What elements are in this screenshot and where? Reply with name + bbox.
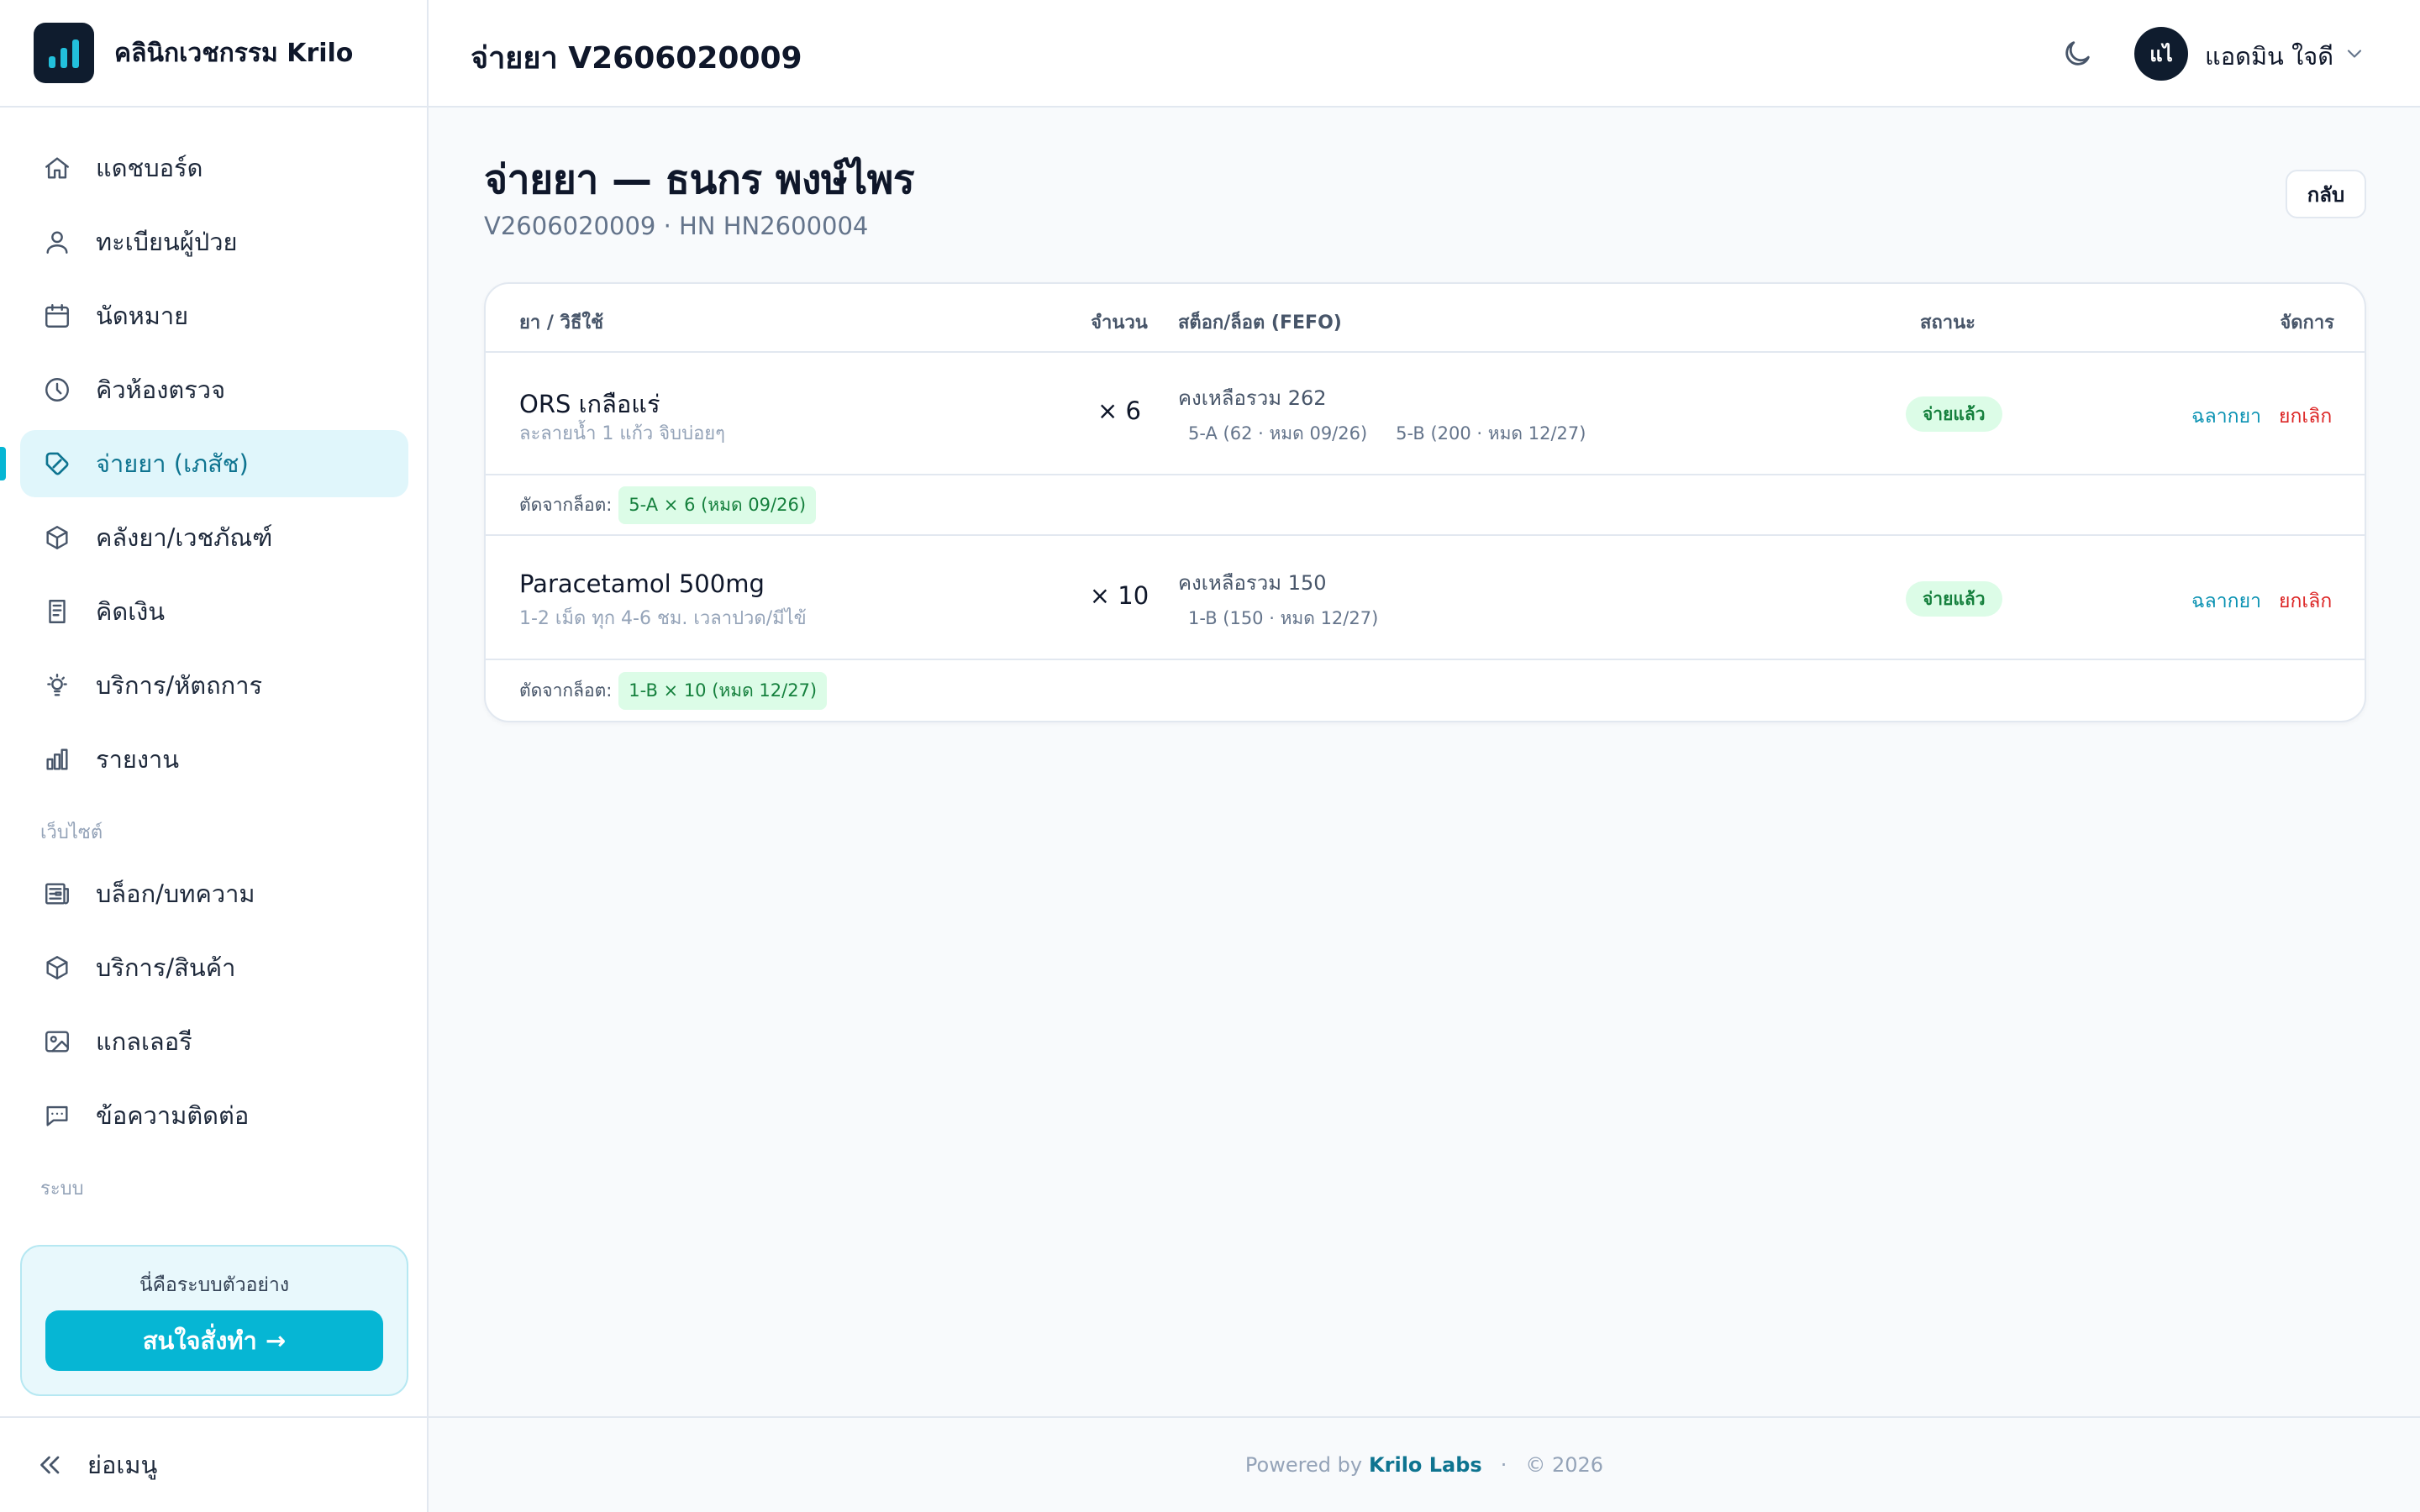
sidebar-item-patients[interactable]: ทะเบียนผู้ป่วย bbox=[20, 208, 408, 276]
krilo-labs-link[interactable]: Krilo Labs bbox=[1369, 1453, 1482, 1477]
sidebar-item-label: คลังยา/เวชภัณฑ์ bbox=[96, 523, 273, 552]
sidebar-item-services[interactable]: บริการ/หัตถการ bbox=[20, 652, 408, 719]
col-drug: ยา / วิธีใช้ bbox=[519, 312, 604, 333]
user-icon bbox=[42, 227, 72, 257]
print-label-link[interactable]: ฉลากยา bbox=[2191, 402, 2261, 432]
deducted-lot-chip: 1-B × 10 (หมด 12/27) bbox=[618, 671, 828, 710]
sidebar-item-label: ข้อความติดต่อ bbox=[96, 1101, 250, 1130]
back-button[interactable]: กลับ bbox=[2286, 170, 2366, 218]
deducted-label: ตัดจากล็อต: bbox=[519, 494, 613, 515]
col-status: สถานะ bbox=[1920, 312, 1975, 333]
copyright: © 2026 bbox=[1525, 1453, 1604, 1477]
box-icon bbox=[42, 522, 72, 553]
sidebar-item-label: แดชบอร์ด bbox=[96, 154, 203, 182]
stock-total: คงเหลือรวม 150 bbox=[1178, 571, 1327, 595]
section-website: เว็บไซต์ bbox=[40, 822, 103, 843]
receipt-icon bbox=[42, 596, 72, 627]
calendar-icon bbox=[42, 301, 72, 331]
drug-usage: 1-2 เม็ด ทุก 4-6 ชม. เวลาปวด/มีไข้ bbox=[519, 608, 807, 629]
sidebar-item-billing[interactable]: คิดเงิน bbox=[20, 578, 408, 645]
bar-chart-icon bbox=[42, 744, 72, 774]
deducted-lot-row: ตัดจากล็อต: 5-A × 6 (หมด 09/26) bbox=[486, 475, 2365, 536]
sidebar-item-label: คิวห้องตรวจ bbox=[96, 375, 226, 404]
collapse-menu-label: ย่อเมนู bbox=[87, 1451, 158, 1479]
sidebar-nav: แดชบอร์ด ทะเบียนผู้ป่วย นัดหมาย คิวห้องต… bbox=[0, 134, 408, 1216]
sidebar-item-label: รายงาน bbox=[96, 745, 180, 774]
brand[interactable]: คลินิกเวชกรรม Krilo bbox=[0, 0, 427, 108]
lot-item: 5-A (62 · หมด 09/26) bbox=[1188, 423, 1368, 444]
deducted-lot-row: ตัดจากล็อต: 1-B × 10 (หมด 12/27) bbox=[486, 660, 2365, 721]
sidebar-item-label: นัดหมาย bbox=[96, 302, 189, 330]
print-label-link[interactable]: ฉลากยา bbox=[2191, 586, 2261, 617]
sidebar-item-products[interactable]: บริการ/สินค้า bbox=[20, 934, 408, 1001]
sidebar-item-blog[interactable]: บล็อก/บทความ bbox=[20, 860, 408, 927]
footer: Powered by Krilo Labs · © 2026 bbox=[429, 1416, 2420, 1512]
sidebar-item-messages[interactable]: ข้อความติดต่อ bbox=[20, 1082, 408, 1149]
topbar: จ่ายยา V2606020009 แไ แอดมิน ใจดี bbox=[429, 0, 2420, 108]
sidebar-item-label: บล็อก/บทความ bbox=[96, 879, 255, 908]
status-badge: จ่ายแล้ว bbox=[1906, 396, 2002, 432]
chevron-down-icon[interactable] bbox=[2343, 42, 2366, 66]
user-name[interactable]: แอดมิน ใจดี bbox=[2205, 37, 2333, 76]
collapse-menu-button[interactable]: ย่อเมนู bbox=[0, 1416, 427, 1512]
powered-by-text: Powered by bbox=[1244, 1453, 1363, 1477]
lot-list: 5-A (62 · หมด 09/26) 5-B (200 · หมด 12/2… bbox=[1188, 420, 1586, 448]
lot-list: 1-B (150 · หมด 12/27) bbox=[1188, 605, 1378, 633]
pill-tag-icon bbox=[42, 449, 72, 479]
sidebar-item-appointments[interactable]: นัดหมาย bbox=[20, 282, 408, 349]
lightbulb-icon bbox=[42, 670, 72, 701]
deducted-lot-chip: 5-A × 6 (หมด 09/26) bbox=[618, 486, 817, 524]
sidebar-item-dashboard[interactable]: แดชบอร์ด bbox=[20, 134, 408, 202]
page-title: จ่ายยา — ธนกร พงษ์ไพร bbox=[484, 156, 915, 203]
clock-icon bbox=[42, 375, 72, 405]
sidebar-item-queue[interactable]: คิวห้องตรวจ bbox=[20, 356, 408, 423]
app-name: คลินิกเวชกรรม Krilo bbox=[114, 38, 354, 68]
avatar[interactable]: แไ bbox=[2134, 27, 2188, 81]
cancel-link[interactable]: ยกเลิก bbox=[2279, 586, 2332, 617]
sidebar-item-label: คิดเงิน bbox=[96, 597, 166, 626]
lot-item: 1-B (150 · หมด 12/27) bbox=[1188, 608, 1379, 628]
promo-text: นี่คือระบบตัวอย่าง bbox=[139, 1274, 290, 1296]
sidebar-item-label: จ่ายยา (เภสัช) bbox=[96, 449, 249, 478]
drug-usage: ละลายน้ำ 1 แก้ว จิบบ่อยๆ bbox=[519, 423, 725, 444]
table-header: ยา / วิธีใช้ จำนวน สต็อก/ล็อต (FEFO) สถา… bbox=[486, 284, 2365, 353]
message-icon bbox=[42, 1100, 72, 1131]
sidebar-item-label: แกลเลอรี bbox=[96, 1027, 192, 1056]
deducted-label: ตัดจากล็อต: bbox=[519, 680, 613, 701]
sidebar: คลินิกเวชกรรม Krilo แดชบอร์ด ทะเบียนผู้ป… bbox=[0, 0, 429, 1512]
footer-separator: · bbox=[1500, 1453, 1507, 1477]
sidebar-item-inventory[interactable]: คลังยา/เวชภัณฑ์ bbox=[20, 504, 408, 571]
cancel-link[interactable]: ยกเลิก bbox=[2279, 402, 2332, 432]
dispense-table: ยา / วิธีใช้ จำนวน สต็อก/ล็อต (FEFO) สถา… bbox=[484, 282, 2366, 722]
image-icon bbox=[42, 1026, 72, 1057]
sidebar-item-label: บริการ/หัตถการ bbox=[96, 671, 263, 700]
order-now-button[interactable]: สนใจสั่งทำ → bbox=[45, 1310, 383, 1371]
drug-name: Paracetamol 500mg bbox=[519, 570, 765, 598]
logo-bar-chart-icon bbox=[34, 23, 94, 83]
col-actions: จัดการ bbox=[2280, 312, 2334, 333]
sidebar-item-gallery[interactable]: แกลเลอรี bbox=[20, 1008, 408, 1075]
page-subtitle: V2606020009 · HN HN2600004 bbox=[484, 212, 869, 240]
status-badge: จ่ายแล้ว bbox=[1906, 581, 2002, 617]
newspaper-icon bbox=[42, 879, 72, 909]
moon-icon[interactable] bbox=[2060, 37, 2094, 71]
col-stock: สต็อก/ล็อต (FEFO) bbox=[1178, 312, 1342, 333]
table-row: ORS เกลือแร่ ละลายน้ำ 1 แก้ว จิบบ่อยๆ × … bbox=[486, 353, 2365, 475]
sidebar-item-reports[interactable]: รายงาน bbox=[20, 726, 408, 793]
double-chevron-left-icon bbox=[40, 1456, 60, 1474]
stock-total: คงเหลือรวม 262 bbox=[1178, 386, 1327, 410]
home-icon bbox=[42, 153, 72, 183]
header-title: จ่ายยา V2606020009 bbox=[471, 41, 802, 76]
box-icon bbox=[42, 953, 72, 983]
demo-promo: นี่คือระบบตัวอย่าง สนใจสั่งทำ → bbox=[20, 1245, 408, 1396]
sidebar-item-pharmacy[interactable]: จ่ายยา (เภสัช) bbox=[0, 430, 408, 497]
sidebar-item-label: ทะเบียนผู้ป่วย bbox=[96, 228, 238, 256]
sidebar-item-label: บริการ/สินค้า bbox=[96, 953, 236, 982]
lot-item: 5-B (200 · หมด 12/27) bbox=[1396, 423, 1586, 444]
section-system: ระบบ bbox=[40, 1179, 84, 1200]
table-row: Paracetamol 500mg 1-2 เม็ด ทุก 4-6 ชม. เ… bbox=[486, 538, 2365, 660]
